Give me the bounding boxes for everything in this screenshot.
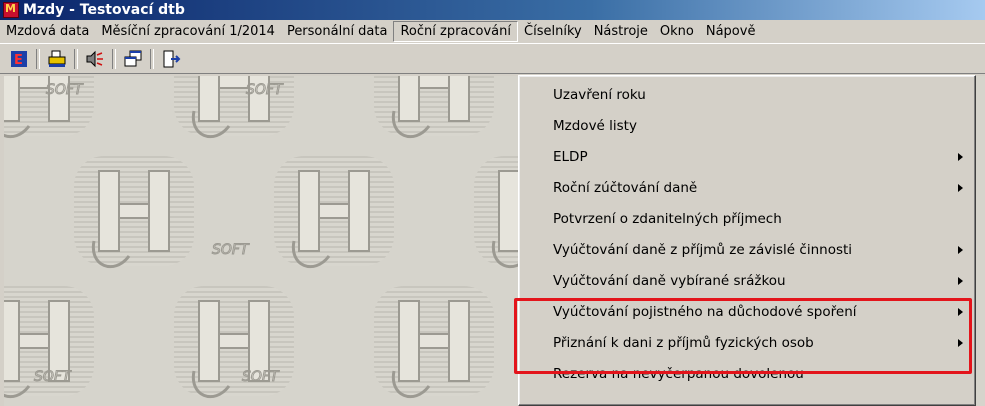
toolbar-separator [150,48,154,69]
e-document-icon[interactable]: E [8,48,30,70]
svg-text:SOFT: SOFT [212,242,250,258]
printer-icon[interactable] [46,48,68,70]
menu-item-label: Vyúčtování daně vybírané srážkou [553,273,786,289]
toolbar-separator [112,48,116,69]
submenu-arrow-icon [958,184,963,192]
menu-item-vyuctovani-dane-zavisla-cinnost[interactable]: Vyúčtování daně z příjmů ze závislé činn… [519,236,975,265]
submenu-arrow-icon [958,246,963,254]
menu-item-label: Mzdové listy [553,118,637,134]
mzdy-app-icon[interactable] [3,2,19,18]
exit-door-icon[interactable] [160,48,182,70]
submenu-arrow-icon [958,153,963,161]
menu-personalni-data[interactable]: Personální data [281,21,394,42]
menu-nastroje[interactable]: Nástroje [588,21,654,42]
svg-text:SOFT: SOFT [46,82,84,98]
menu-mesicni-zpracovani[interactable]: Měsíční zpracování 1/2014 [95,21,281,42]
menu-napoveda[interactable]: Nápově [700,21,762,42]
submenu-arrow-icon [958,277,963,285]
menu-item-label: Uzavření roku [553,87,646,103]
windows-cascade-icon[interactable] [122,48,144,70]
toolbar: E [0,44,985,74]
title-bar[interactable]: Mzdy - Testovací dtb [0,0,985,20]
menu-bar: Mzdová data Měsíční zpracování 1/2014 Pe… [0,20,985,44]
svg-text:SOFT: SOFT [242,369,280,385]
menu-item-potvrzeni-o-zdanitelnych-prijmech[interactable]: Potvrzení o zdanitelných příjmech [519,205,975,234]
toolbar-separator [74,48,78,69]
menu-item-mzdove-listy[interactable]: Mzdové listy [519,112,975,141]
menu-okno[interactable]: Okno [654,21,700,42]
svg-text:SOFT: SOFT [246,82,284,98]
window-title: Mzdy - Testovací dtb [23,2,185,18]
menu-item-label: Potvrzení o zdanitelných příjmech [553,211,782,227]
menu-item-label: ELDP [553,149,588,165]
menu-item-vyuctovani-dane-srazkou[interactable]: Vyúčtování daně vybírané srážkou [519,267,975,296]
menu-rocni-zpracovani[interactable]: Roční zpracování [393,21,519,42]
menu-item-eldp[interactable]: ELDP [519,143,975,172]
annotation-highlight-box [514,298,972,374]
speaker-icon[interactable] [84,48,106,70]
menu-mzdova-data[interactable]: Mzdová data [0,21,95,42]
menu-item-label: Vyúčtování daně z příjmů ze závislé činn… [553,242,853,258]
menu-item-uzavreni-roku[interactable]: Uzavření roku [519,81,975,110]
svg-text:E: E [14,53,23,68]
toolbar-separator [36,48,40,69]
menu-item-label: Roční zúčtování daně [553,180,698,196]
menu-ciselniky[interactable]: Číselníky [518,21,588,42]
svg-text:SOFT: SOFT [34,369,72,385]
menu-item-rocni-zuctovani-dane[interactable]: Roční zúčtování daně [519,174,975,203]
